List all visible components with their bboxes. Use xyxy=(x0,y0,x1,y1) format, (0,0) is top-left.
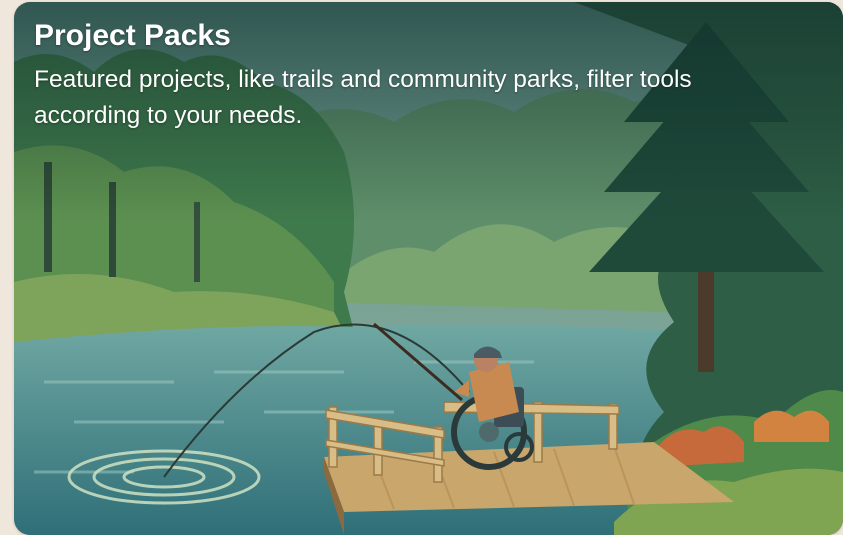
card-description: Featured projects, like trails and commu… xyxy=(34,66,692,129)
card-title: Project Packs xyxy=(34,19,231,52)
card-text: Project Packs Featured projects, like tr… xyxy=(34,16,814,134)
project-packs-card[interactable]: Project Packs Featured projects, like tr… xyxy=(14,2,843,535)
